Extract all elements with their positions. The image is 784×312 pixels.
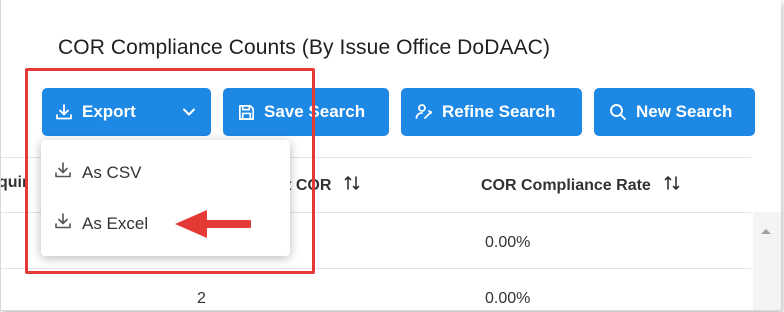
table-cell-compliance-rate: 0.00% <box>485 290 531 307</box>
sort-icon[interactable] <box>343 174 361 197</box>
arrow-annotation-icon <box>173 207 253 246</box>
highlight-box-annotation <box>25 68 315 274</box>
new-search-button[interactable]: New Search <box>594 88 755 136</box>
column-header-compliance-rate[interactable]: COR Compliance Rate <box>481 174 681 197</box>
column-header-partial[interactable]: quir <box>1 174 28 192</box>
refine-search-label: Refine Search <box>442 102 556 121</box>
table-cell-without-cor: 2 <box>197 290 206 307</box>
new-search-label: New Search <box>636 102 733 121</box>
vertical-scrollbar[interactable] <box>753 212 781 310</box>
search-icon <box>608 102 628 122</box>
refine-search-icon <box>414 102 434 122</box>
report-panel: COR Compliance Counts (By Issue Office D… <box>0 0 781 311</box>
scroll-up-arrow-icon[interactable] <box>760 222 772 240</box>
sort-icon[interactable] <box>663 174 681 197</box>
table-cell-compliance-rate: 0.00% <box>485 234 531 251</box>
page-title: COR Compliance Counts (By Issue Office D… <box>58 36 551 59</box>
refine-search-button[interactable]: Refine Search <box>401 88 582 136</box>
